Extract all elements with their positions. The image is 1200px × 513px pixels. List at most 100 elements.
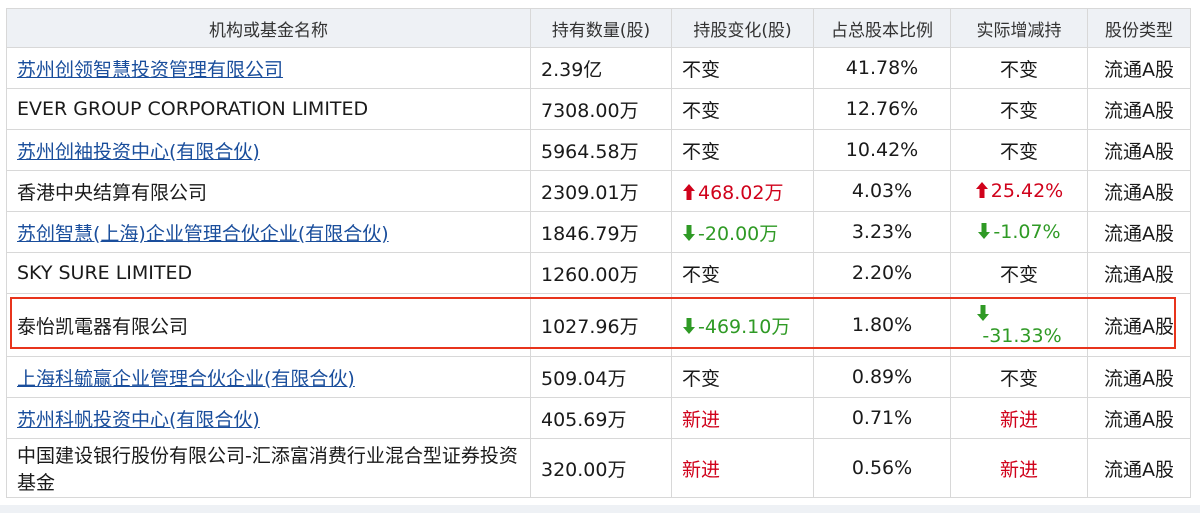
share-type-cell: 流通A股	[1087, 88, 1191, 130]
institution-cell: 苏州创领智慧投资管理有限公司	[6, 47, 531, 89]
arrow-up-icon	[975, 181, 989, 199]
header-actual-change[interactable]: 实际增减持	[950, 8, 1088, 48]
change-cell: -469.10万	[671, 293, 814, 357]
ratio-cell: 0.56%	[813, 438, 951, 498]
share-type-value: 流通A股	[1104, 58, 1174, 81]
institution-link[interactable]: 苏创智慧(上海)企业管理合伙企业(有限合伙)	[17, 223, 389, 245]
shareholder-table-container: 机构或基金名称 持有数量(股) 持股变化(股) 占总股本比例 实际增减持 股份类…	[6, 8, 1191, 498]
share-type-cell: 流通A股	[1087, 356, 1191, 398]
ratio-cell: 0.89%	[813, 356, 951, 398]
institution-name: 泰怡凯電器有限公司	[17, 315, 189, 338]
institution-cell: 上海科毓赢企业管理合伙企业(有限合伙)	[6, 356, 531, 398]
ratio-value: 0.89%	[851, 366, 913, 388]
change-value: 新进	[682, 458, 721, 481]
shares-value: 405.69万	[541, 408, 627, 431]
ratio-value: 1.80%	[851, 314, 913, 336]
actual-change-value: 新进	[999, 408, 1038, 431]
ratio-cell: 10.42%	[813, 129, 951, 171]
table-row: 苏创智慧(上海)企业管理合伙企业(有限合伙) 1846.79万 -20.00万 3.2…	[6, 211, 1191, 253]
header-institution-name[interactable]: 机构或基金名称	[6, 8, 531, 48]
institution-link[interactable]: 上海科毓赢企业管理合伙企业(有限合伙)	[17, 368, 355, 390]
institution-link[interactable]: 苏州创领智慧投资管理有限公司	[17, 59, 283, 81]
shares-value: 2.39亿	[541, 58, 603, 81]
shares-cell: 1027.96万	[530, 293, 672, 357]
change-cell: -20.00万	[671, 211, 814, 253]
shares-value: 320.00万	[541, 458, 627, 481]
table-row: 上海科毓赢企业管理合伙企业(有限合伙) 509.04万 不变 0.89% 不变 流通A股	[6, 356, 1191, 398]
actual-change-cell: 新进	[950, 397, 1088, 439]
institution-link[interactable]: 苏州创袖投资中心(有限合伙)	[17, 141, 260, 163]
ratio-value: 10.42%	[845, 139, 919, 161]
actual-change-cell: 不变	[950, 252, 1088, 294]
share-type-value: 流通A股	[1104, 263, 1174, 286]
actual-change-value: 不变	[999, 140, 1038, 163]
share-type-cell: 流通A股	[1087, 438, 1191, 498]
institution-cell: 苏州创袖投资中心(有限合伙)	[6, 129, 531, 171]
change-value: 不变	[682, 263, 721, 286]
change-value: 468.02万	[698, 181, 784, 204]
table-footer-strip	[0, 505, 1200, 513]
institution-cell: 苏州科帆投资中心(有限合伙)	[6, 397, 531, 439]
table-row: 苏州创领智慧投资管理有限公司 2.39亿 不变 41.78% 不变 流通A股	[6, 47, 1191, 89]
actual-change-cell: 不变	[950, 356, 1088, 398]
shares-value: 1260.00万	[541, 263, 639, 286]
actual-change-value: -1.07%	[993, 221, 1061, 243]
share-type-cell: 流通A股	[1087, 252, 1191, 294]
institution-name: EVER GROUP CORPORATION LIMITED	[17, 98, 369, 120]
actual-change-value: 不变	[999, 367, 1038, 390]
shares-value: 1846.79万	[541, 222, 639, 245]
share-type-value: 流通A股	[1104, 367, 1174, 390]
actual-change-cell: 25.42%	[950, 170, 1088, 212]
table-row: SKY SURE LIMITED 1260.00万 不变 2.20% 不变 流通A股	[6, 252, 1191, 294]
header-share-type[interactable]: 股份类型	[1087, 8, 1191, 48]
shares-cell: 5964.58万	[530, 129, 672, 171]
institution-name: SKY SURE LIMITED	[17, 262, 193, 284]
shares-cell: 2.39亿	[530, 47, 672, 89]
table-header-row: 机构或基金名称 持有数量(股) 持股变化(股) 占总股本比例 实际增减持 股份类…	[6, 8, 1191, 48]
change-cell: 不变	[671, 129, 814, 171]
actual-change-value: 不变	[999, 99, 1038, 122]
table-row-highlighted: 泰怡凯電器有限公司 1027.96万 -469.10万 1.80% -31.33% 流通…	[6, 293, 1191, 357]
actual-change-value: 不变	[999, 263, 1038, 286]
ratio-value: 0.71%	[851, 407, 913, 429]
ratio-value: 0.56%	[851, 457, 913, 479]
table-row: 中国建设银行股份有限公司-汇添富消费行业混合型证券投资基金 320.00万 新进 0.…	[6, 438, 1191, 498]
shares-cell: 509.04万	[530, 356, 672, 398]
table-row: 苏州创袖投资中心(有限合伙) 5964.58万 不变 10.42% 不变 流通A股	[6, 129, 1191, 171]
share-type-cell: 流通A股	[1087, 397, 1191, 439]
institution-cell: 中国建设银行股份有限公司-汇添富消费行业混合型证券投资基金	[6, 438, 531, 498]
institution-link[interactable]: 苏州科帆投资中心(有限合伙)	[17, 409, 260, 431]
arrow-down-icon	[682, 224, 696, 242]
shares-cell: 1260.00万	[530, 252, 672, 294]
arrow-down-icon	[682, 317, 696, 335]
actual-change-cell: 不变	[950, 88, 1088, 130]
shares-cell: 7308.00万	[530, 88, 672, 130]
share-type-cell: 流通A股	[1087, 170, 1191, 212]
change-value: 不变	[682, 140, 721, 163]
shares-value: 509.04万	[541, 367, 627, 390]
shares-cell: 405.69万	[530, 397, 672, 439]
shares-cell: 1846.79万	[530, 211, 672, 253]
header-ratio[interactable]: 占总股本比例	[813, 8, 951, 48]
header-share-change[interactable]: 持股变化(股)	[671, 8, 814, 48]
actual-change-value: 25.42%	[990, 180, 1064, 202]
share-type-value: 流通A股	[1104, 458, 1174, 481]
actual-change-cell: 不变	[950, 47, 1088, 89]
change-cell: 新进	[671, 397, 814, 439]
change-cell: 468.02万	[671, 170, 814, 212]
share-type-cell: 流通A股	[1087, 293, 1191, 357]
header-shares-held[interactable]: 持有数量(股)	[530, 8, 672, 48]
ratio-cell: 2.20%	[813, 252, 951, 294]
change-value: 新进	[682, 408, 721, 431]
ratio-cell: 12.76%	[813, 88, 951, 130]
ratio-value: 4.03%	[851, 180, 913, 202]
institution-name: 中国建设银行股份有限公司-汇添富消费行业混合型证券投资基金	[17, 445, 518, 494]
change-value: -20.00万	[698, 222, 779, 245]
change-cell: 不变	[671, 88, 814, 130]
institution-name: 香港中央结算有限公司	[17, 181, 208, 204]
arrow-down-icon	[977, 222, 991, 240]
table-row: EVER GROUP CORPORATION LIMITED 7308.00万 不变…	[6, 88, 1191, 130]
shares-value: 7308.00万	[541, 99, 639, 122]
share-type-cell: 流通A股	[1087, 47, 1191, 89]
change-cell: 新进	[671, 438, 814, 498]
